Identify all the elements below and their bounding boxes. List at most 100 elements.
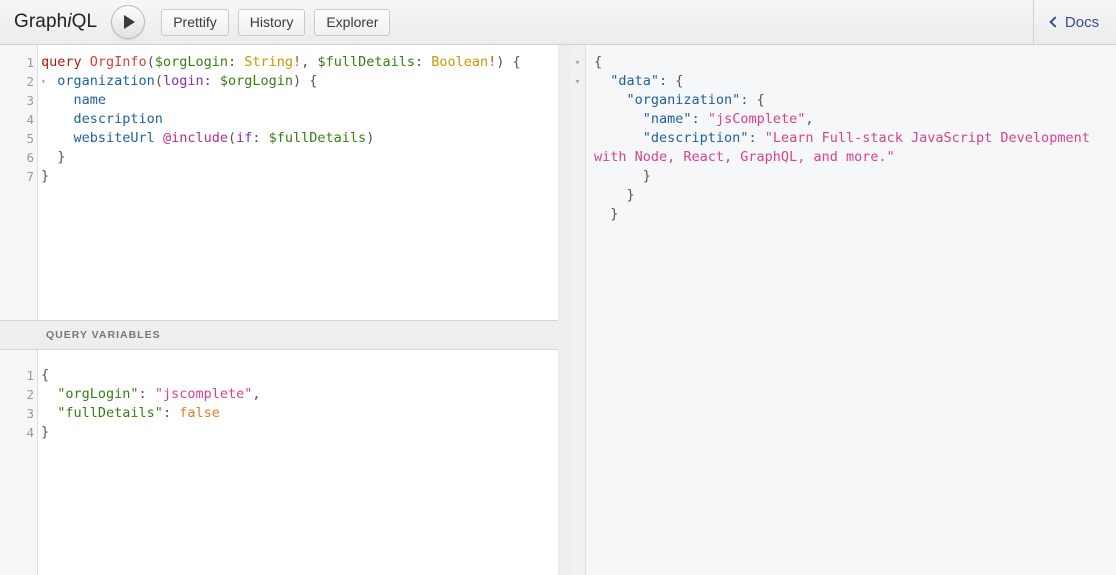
left-pane: 1▾2▾34567 query OrgInfo($orgLogin: Strin… <box>0 45 570 575</box>
chevron-left-icon <box>1049 16 1060 27</box>
line-number: 2 <box>0 385 37 404</box>
code-line: organization(login: $orgLogin) { <box>41 72 558 91</box>
fold-toggle-icon[interactable]: ▾ <box>37 72 46 91</box>
docs-label: Docs <box>1065 14 1099 31</box>
variables-editor[interactable]: 1234 { "orgLogin": "jscomplete", "fullDe… <box>0 350 558 575</box>
code-line: "name": "jsComplete", <box>594 110 1108 129</box>
code-token: : <box>163 405 179 421</box>
query-code[interactable]: query OrgInfo($orgLogin: String!, $fullD… <box>38 45 558 320</box>
result-gutter: ▾▾ <box>570 45 586 575</box>
query-variables-header[interactable]: QUERY VARIABLES <box>0 320 558 350</box>
result-code: { "data": { "organization": { "name": "j… <box>586 45 1116 575</box>
code-token: } <box>41 168 49 184</box>
code-line: "description": "Learn Full-stack JavaScr… <box>594 129 1108 167</box>
code-token: : <box>204 73 220 89</box>
code-token: $orgLogin <box>155 54 228 70</box>
code-token: ( <box>155 73 163 89</box>
code-token: "organization" <box>627 92 741 108</box>
logo-suffix: QL <box>72 11 98 32</box>
query-gutter: 1▾2▾34567 <box>0 45 38 320</box>
fold-toggle-icon[interactable]: ▾ <box>37 53 46 72</box>
result-pane: ▾▾ { "data": { "organization": { "name":… <box>570 45 1116 575</box>
result-fold-row <box>570 148 585 167</box>
code-line: "orgLogin": "jscomplete", <box>41 385 558 404</box>
result-fold-row <box>570 167 585 186</box>
code-token: : <box>228 54 244 70</box>
code-line: } <box>594 205 1108 224</box>
code-token: } <box>594 187 635 203</box>
code-line: } <box>594 167 1108 186</box>
code-token: ) { <box>293 73 317 89</box>
code-token: $orgLogin <box>220 73 293 89</box>
line-number: 3 <box>0 404 37 423</box>
code-token: @include <box>163 130 228 146</box>
line-number: 4 <box>0 110 37 129</box>
line-number: 1 <box>0 366 37 385</box>
code-token <box>594 130 643 146</box>
code-token: "jsComplete" <box>708 111 806 127</box>
code-token: : <box>139 386 155 402</box>
line-number: 4 <box>0 423 37 442</box>
code-token: ! <box>293 54 301 70</box>
code-token: : { <box>659 73 683 89</box>
result-fold-row[interactable]: ▾ <box>570 53 585 72</box>
toolbar: GraphiQL Prettify History Explorer Docs <box>0 0 1116 45</box>
code-line: } <box>41 167 558 186</box>
code-token: } <box>594 206 618 222</box>
code-token: if <box>236 130 252 146</box>
line-number: 2▾ <box>0 72 37 91</box>
variables-code[interactable]: { "orgLogin": "jscomplete", "fullDetails… <box>38 350 558 575</box>
code-token: { <box>41 367 49 383</box>
code-token <box>41 92 74 108</box>
prettify-button[interactable]: Prettify <box>161 9 229 36</box>
code-line: "data": { <box>594 72 1108 91</box>
result-fold-row <box>570 129 585 148</box>
code-token: , <box>805 111 813 127</box>
code-token <box>82 54 90 70</box>
code-token: } <box>594 168 651 184</box>
code-token: , <box>301 54 317 70</box>
line-number: 3 <box>0 91 37 110</box>
code-token <box>41 386 57 402</box>
code-token: $fullDetails <box>317 54 415 70</box>
code-token: } <box>41 424 49 440</box>
code-token: , <box>252 386 260 402</box>
code-token: "data" <box>610 73 659 89</box>
code-line: "organization": { <box>594 91 1108 110</box>
code-token: : { <box>740 92 764 108</box>
logo-prefix: Graph <box>14 11 67 32</box>
docs-toggle-button[interactable]: Docs <box>1033 0 1116 44</box>
code-token: OrgInfo <box>90 54 147 70</box>
code-line: websiteUrl @include(if: $fullDetails) <box>41 129 558 148</box>
code-token: : <box>748 130 764 146</box>
code-token: "orgLogin" <box>57 386 138 402</box>
execute-query-button[interactable] <box>111 5 145 39</box>
line-number: 5 <box>0 129 37 148</box>
code-line: "fullDetails": false <box>41 404 558 423</box>
code-token: websiteUrl <box>74 130 155 146</box>
code-token: "fullDetails" <box>57 405 163 421</box>
code-token: ( <box>228 130 236 146</box>
code-token <box>41 111 74 127</box>
query-editor[interactable]: 1▾2▾34567 query OrgInfo($orgLogin: Strin… <box>0 45 558 320</box>
code-token: query <box>41 54 82 70</box>
code-line: } <box>41 423 558 442</box>
code-token: ( <box>147 54 155 70</box>
result-fold-row <box>570 186 585 205</box>
line-number: 1▾ <box>0 53 37 72</box>
result-fold-row[interactable]: ▾ <box>570 72 585 91</box>
explorer-button[interactable]: Explorer <box>314 9 390 36</box>
code-token: organization <box>57 73 155 89</box>
code-token: : <box>252 130 268 146</box>
code-line: query OrgInfo($orgLogin: String!, $fullD… <box>41 53 558 72</box>
code-token: false <box>179 405 220 421</box>
variables-gutter: 1234 <box>0 350 38 575</box>
code-token <box>41 130 74 146</box>
play-icon <box>124 15 135 29</box>
code-token: : <box>692 111 708 127</box>
app-logo: GraphiQL <box>0 11 111 33</box>
graphiql-app: GraphiQL Prettify History Explorer Docs … <box>0 0 1116 575</box>
history-button[interactable]: History <box>238 9 306 36</box>
code-line: } <box>594 186 1108 205</box>
code-token: : <box>415 54 431 70</box>
